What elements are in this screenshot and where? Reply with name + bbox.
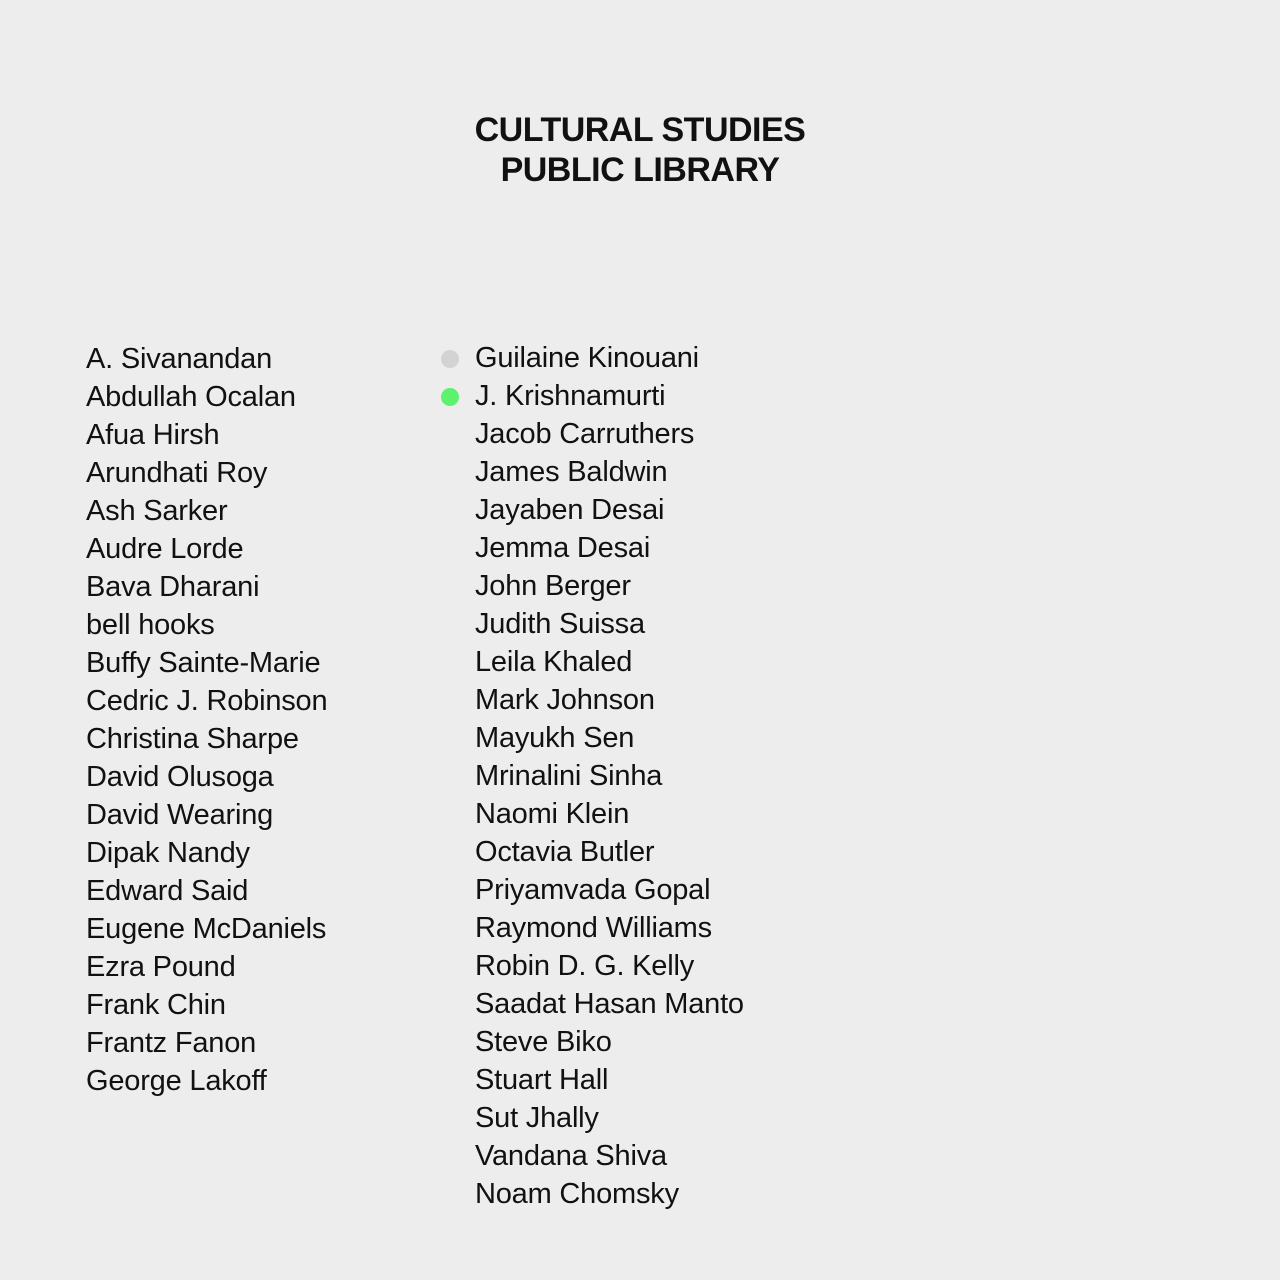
author-link[interactable]: Sut Jhally (475, 1099, 744, 1137)
author-link[interactable]: bell hooks (86, 606, 327, 644)
author-link[interactable]: Octavia Butler (475, 833, 744, 871)
author-link[interactable]: A. Sivanandan (86, 340, 327, 378)
author-link[interactable]: Bava Dharani (86, 568, 327, 606)
author-link[interactable]: Abdullah Ocalan (86, 378, 327, 416)
author-link[interactable]: Steve Biko (475, 1023, 744, 1061)
author-link[interactable]: Mayukh Sen (475, 719, 744, 757)
author-link[interactable]: Audre Lorde (86, 530, 327, 568)
author-link[interactable]: Priyamvada Gopal (475, 871, 744, 909)
author-link[interactable]: Mrinalini Sinha (475, 757, 744, 795)
author-link[interactable]: Dipak Nandy (86, 834, 327, 872)
author-link[interactable]: David Olusoga (86, 758, 327, 796)
author-label: Guilaine Kinouani (475, 342, 699, 374)
author-link[interactable]: Mark Johnson (475, 681, 744, 719)
author-link[interactable]: Stuart Hall (475, 1061, 744, 1099)
author-list-right: Guilaine Kinouani J. Krishnamurti Jacob … (441, 339, 744, 1213)
author-link[interactable]: Saadat Hasan Manto (475, 985, 744, 1023)
author-link[interactable]: Leila Khaled (475, 643, 744, 681)
author-link[interactable]: Frantz Fanon (86, 1024, 327, 1062)
page-title-line-2: PUBLIC LIBRARY (500, 151, 780, 189)
author-link[interactable]: James Baldwin (475, 453, 744, 491)
author-link[interactable]: Edward Said (86, 872, 327, 910)
author-link[interactable]: Afua Hirsh (86, 416, 327, 454)
author-link[interactable]: Robin D. G. Kelly (475, 947, 744, 985)
author-link[interactable]: Frank Chin (86, 986, 327, 1024)
author-label: J. Krishnamurti (475, 380, 666, 412)
author-list-left: A. Sivanandan Abdullah Ocalan Afua Hirsh… (86, 340, 328, 1100)
page-title-line-1: CULTURAL STUDIES (474, 111, 806, 149)
page-title: CULTURAL STUDIES PUBLIC LIBRARY (0, 110, 1280, 190)
status-dot-grey-icon (441, 350, 459, 368)
author-link[interactable]: John Berger (475, 567, 744, 605)
author-link[interactable]: Jemma Desai (475, 529, 744, 567)
author-link[interactable]: Christina Sharpe (86, 720, 327, 758)
author-link-j-krishnamurti[interactable]: J. Krishnamurti (441, 377, 744, 415)
author-link[interactable]: Judith Suissa (475, 605, 744, 643)
author-link[interactable]: Noam Chomsky (475, 1175, 744, 1213)
author-link[interactable]: David Wearing (86, 796, 327, 834)
author-link[interactable]: Raymond Williams (475, 909, 744, 947)
author-link[interactable]: Ezra Pound (86, 948, 327, 986)
author-link-guilaine-kinouani[interactable]: Guilaine Kinouani (441, 339, 744, 377)
author-link[interactable]: Jayaben Desai (475, 491, 744, 529)
author-link[interactable]: Cedric J. Robinson (86, 682, 328, 720)
author-link[interactable]: Buffy Sainte-Marie (86, 644, 327, 682)
author-link[interactable]: Eugene McDaniels (86, 910, 327, 948)
author-link[interactable]: Vandana Shiva (475, 1137, 744, 1175)
author-link[interactable]: Naomi Klein (475, 795, 744, 833)
status-dot-green-icon (441, 388, 459, 406)
author-link[interactable]: Jacob Carruthers (475, 415, 744, 453)
author-link[interactable]: Ash Sarker (86, 492, 327, 530)
author-link[interactable]: Arundhati Roy (86, 454, 327, 492)
author-link[interactable]: George Lakoff (86, 1062, 327, 1100)
